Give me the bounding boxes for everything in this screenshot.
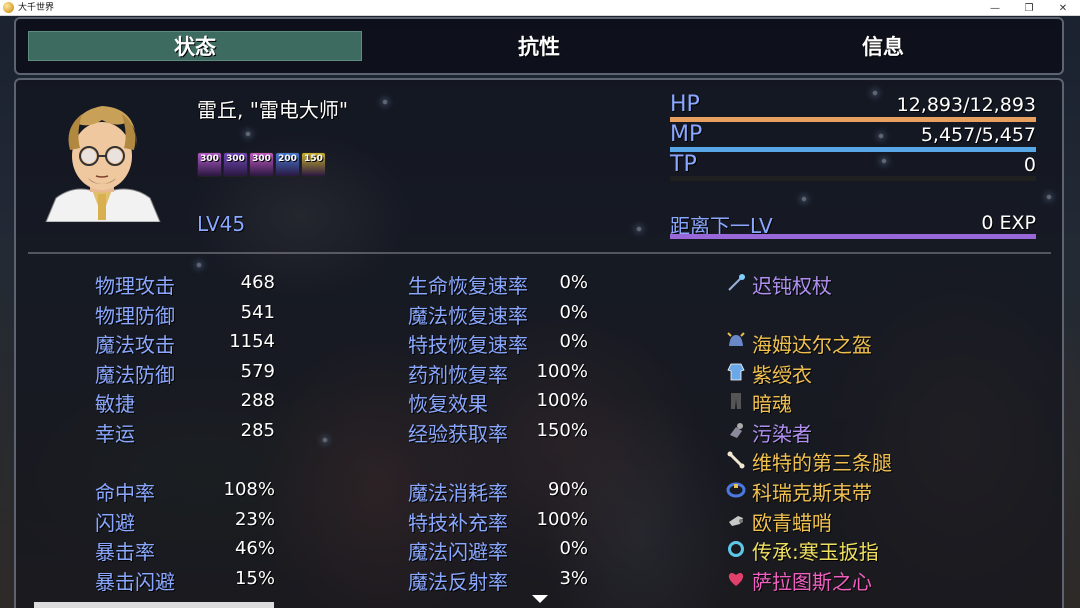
- minimize-button[interactable]: —: [978, 0, 1012, 16]
- stat-value: 3%: [559, 568, 588, 589]
- stat-label: 魔法攻击: [95, 333, 175, 357]
- ring-icon: [725, 538, 747, 560]
- stat-value: 15%: [234, 568, 275, 589]
- stat-value: 23%: [234, 509, 275, 530]
- stat-label: 药剂恢复率: [408, 363, 508, 387]
- stat-value: 1154: [229, 331, 275, 352]
- stat-value: 100%: [536, 390, 588, 411]
- character-name: 雷丘, "雷电大师": [197, 98, 349, 122]
- stat-value: 108%: [223, 479, 275, 500]
- buff-icon: 150: [301, 152, 326, 177]
- buff-icon: 300: [249, 152, 274, 177]
- stat-label: 魔法反射率: [408, 570, 508, 594]
- stat-label: 特技补充率: [408, 511, 508, 535]
- tab-status[interactable]: 状态: [28, 31, 362, 61]
- equipment-slot[interactable]: 传承:寒玉扳指: [752, 536, 879, 565]
- stat-value: 288: [240, 390, 275, 411]
- stat-label: 魔法消耗率: [408, 481, 508, 505]
- stat-value: 46%: [234, 538, 275, 559]
- equipment-slot[interactable]: 紫绶衣: [752, 359, 812, 388]
- leggings-icon: [725, 390, 747, 412]
- stat-label: 暴击率: [95, 540, 155, 564]
- scroll-down-arrow-icon[interactable]: [532, 595, 548, 603]
- stat-label: 魔法闪避率: [408, 540, 508, 564]
- window-titlebar: 大千世界 — ❐ ✕: [0, 0, 1080, 16]
- mp-gauge-fill: [670, 147, 1036, 152]
- tp-value: 0: [1023, 154, 1036, 176]
- equipment-slot[interactable]: 维特的第三条腿: [752, 447, 892, 476]
- app-icon: [3, 2, 14, 13]
- character-level: LV45: [197, 212, 246, 236]
- belt-icon: [725, 479, 747, 501]
- mp-gauge: [670, 147, 1036, 152]
- stat-value: 0%: [559, 302, 588, 323]
- stat-value: 0%: [559, 538, 588, 559]
- robe-icon: [725, 361, 747, 383]
- bone-icon: [725, 449, 747, 471]
- stat-label: 恢复效果: [408, 392, 488, 416]
- stat-label: 物理防御: [95, 304, 175, 328]
- bottom-strip: [34, 602, 274, 608]
- exp-gauge-fill: [670, 234, 1036, 239]
- stat-value: 150%: [536, 420, 588, 441]
- hp-value: 12,893/12,893: [896, 94, 1036, 116]
- stat-label: 特技恢复速率: [408, 333, 528, 357]
- window-controls: — ❐ ✕: [978, 0, 1080, 16]
- whistle-icon: [725, 509, 747, 531]
- stat-label: 命中率: [95, 481, 155, 505]
- mp-value: 5,457/5,457: [920, 124, 1036, 146]
- hp-gauge-fill: [670, 117, 1036, 122]
- stat-value: 0%: [559, 331, 588, 352]
- stat-label: 生命恢复速率: [408, 274, 528, 298]
- stat-value: 0%: [559, 272, 588, 293]
- mp-label: MP: [670, 122, 703, 147]
- stat-value: 285: [240, 420, 275, 441]
- close-button[interactable]: ✕: [1046, 0, 1080, 16]
- stat-value: 541: [240, 302, 275, 323]
- equipment-slot[interactable]: 污染者: [752, 418, 812, 447]
- exp-value: 0 EXP: [981, 212, 1036, 234]
- stat-label: 闪避: [95, 511, 135, 535]
- equipment-slot[interactable]: 迟钝权杖: [752, 270, 832, 299]
- stat-value: 90%: [547, 479, 588, 500]
- buff-icon: 300: [223, 152, 248, 177]
- buff-icon: 200: [275, 152, 300, 177]
- buff-icon: 300: [197, 152, 222, 177]
- stat-label: 物理攻击: [95, 274, 175, 298]
- restore-button[interactable]: ❐: [1012, 0, 1046, 16]
- equipment-slot[interactable]: 海姆达尔之盔: [752, 329, 872, 358]
- gauntlet-icon: [725, 420, 747, 442]
- hp-gauge: [670, 117, 1036, 122]
- exp-gauge: [670, 234, 1036, 239]
- stat-label: 幸运: [95, 422, 135, 446]
- tp-gauge: [670, 176, 1036, 181]
- equipment-slot[interactable]: 科瑞克斯束带: [752, 477, 872, 506]
- stat-label: 经验获取率: [408, 422, 508, 446]
- equipment-slot[interactable]: 萨拉图斯之心: [752, 566, 872, 595]
- tab-info[interactable]: 信息: [716, 31, 1050, 61]
- stat-value: 468: [240, 272, 275, 293]
- tab-resistance[interactable]: 抗性: [372, 31, 706, 61]
- stat-label: 暴击闪避: [95, 570, 175, 594]
- staff-icon: [725, 272, 747, 294]
- equipment-slot[interactable]: 暗魂: [752, 388, 792, 417]
- stat-value: 100%: [536, 361, 588, 382]
- helmet-icon: [725, 331, 747, 353]
- section-divider: [28, 252, 1051, 254]
- heart-icon: [725, 568, 747, 590]
- stat-label: 魔法防御: [95, 363, 175, 387]
- stat-value: 579: [240, 361, 275, 382]
- equipment-slot[interactable]: 欧青蜡哨: [752, 507, 832, 536]
- window-title: 大千世界: [18, 2, 55, 13]
- stat-label: 敏捷: [95, 392, 135, 416]
- tp-label: TP: [670, 152, 697, 177]
- stat-value: 100%: [536, 509, 588, 530]
- hp-label: HP: [670, 92, 700, 117]
- stat-label: 魔法恢复速率: [408, 304, 528, 328]
- character-portrait: [45, 106, 161, 222]
